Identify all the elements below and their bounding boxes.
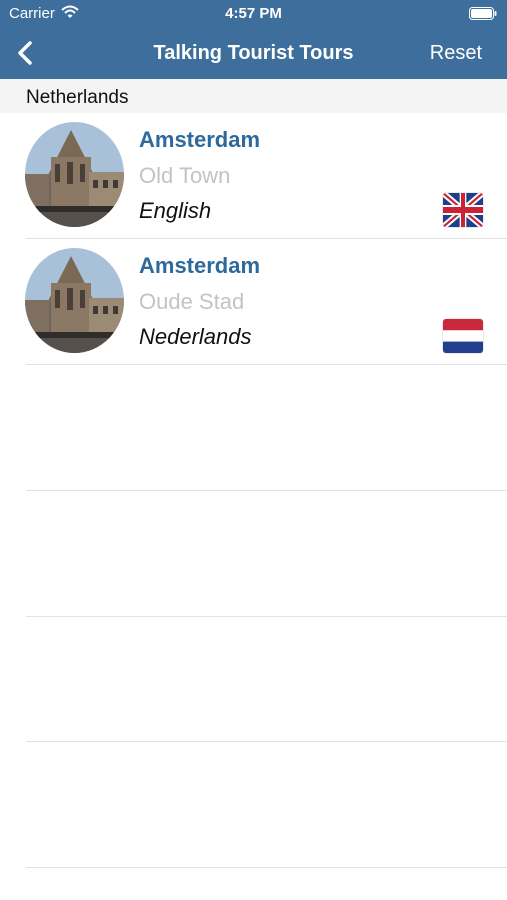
empty-row-divider [26,741,507,742]
uk-flag-icon [443,193,483,227]
tour-area: Old Town [139,163,231,188]
netherlands-flag-icon [443,319,483,353]
tour-area: Oude Stad [139,289,245,314]
tour-city: Amsterdam [139,127,261,152]
tour-city: Amsterdam [139,253,261,278]
section-title: Netherlands [26,87,129,108]
status-time: 4:57 PM [225,5,282,22]
section-header: Netherlands [0,79,507,113]
battery-icon [469,7,497,20]
app-header: Carrier 4:57 PM Talking Tourist Tours Re… [0,0,507,79]
navigation-bar: Talking Tourist Tours Reset [0,28,507,79]
row-divider [26,364,507,365]
tour-language: English [139,198,212,223]
empty-row-divider [26,490,507,491]
tour-language: Nederlands [139,324,252,349]
empty-row-divider [26,867,507,868]
tour-thumbnail [25,248,124,353]
status-bar: Carrier 4:57 PM [0,0,507,28]
tour-row[interactable]: Amsterdam Old Town English [0,113,507,239]
tour-row[interactable]: Amsterdam Oude Stad Nederlands [0,239,507,365]
tour-thumbnail [25,122,124,227]
reset-button[interactable]: Reset [430,42,482,65]
empty-row-divider [26,616,507,617]
